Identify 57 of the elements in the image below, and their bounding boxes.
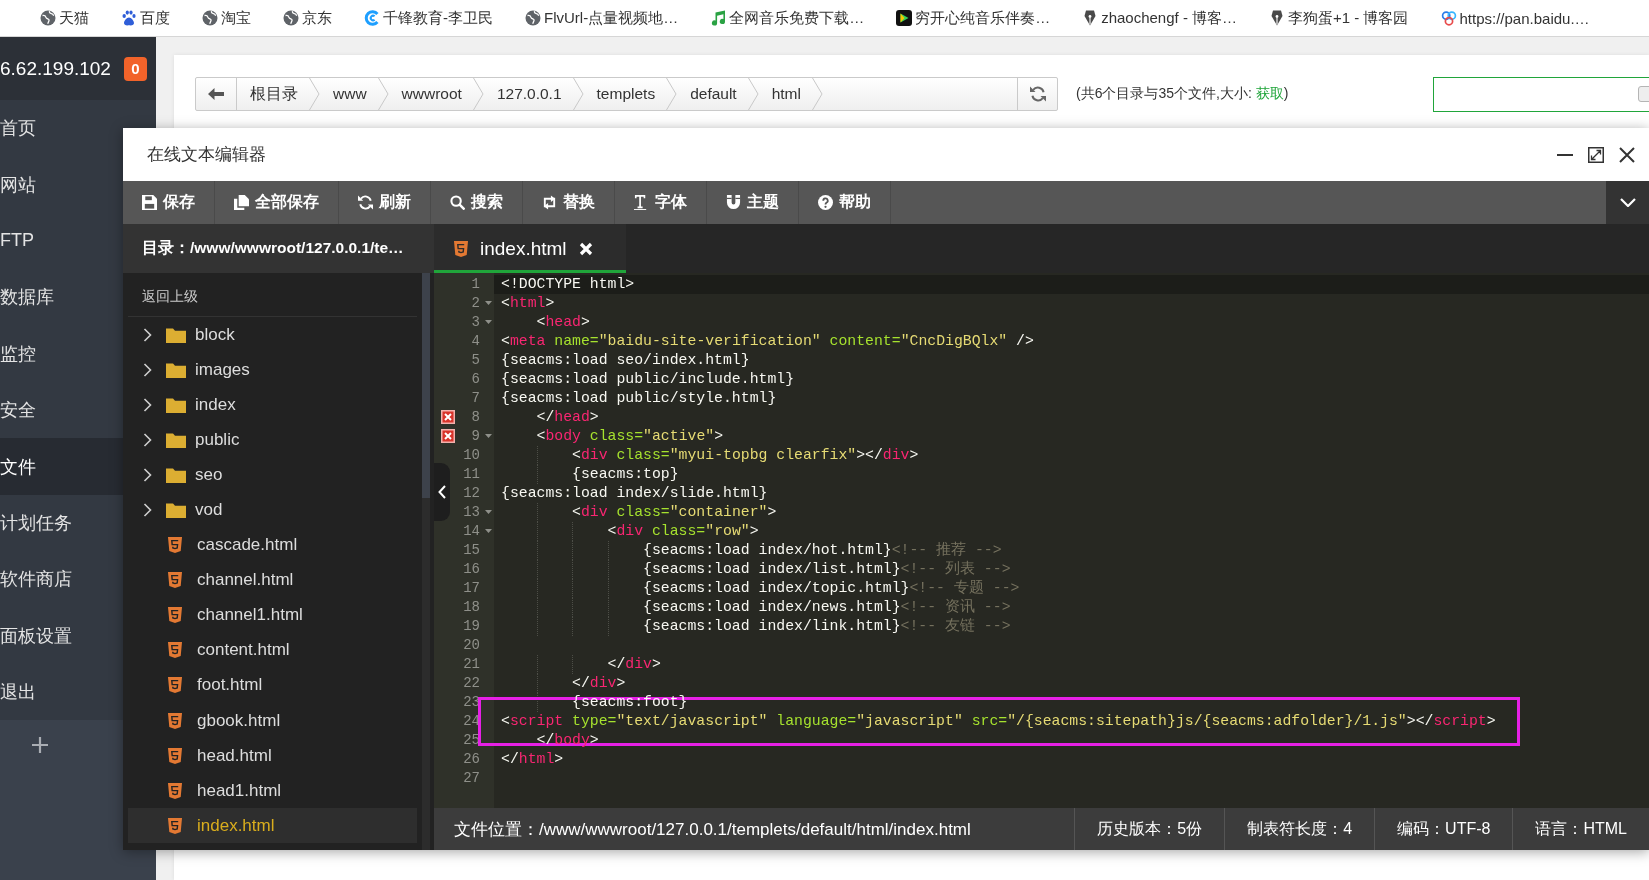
code-line: <body class="active"> [535, 427, 724, 444]
code-line: {seacms:load index/hot.html}<!-- 推荐 --> [642, 541, 1002, 558]
code-line: <div class="container"> [571, 503, 777, 520]
code-line: <!DOCTYPE html> [501, 275, 635, 292]
code-line: {seacms:load index/list.html}<!-- 列表 --> [642, 560, 1011, 577]
status-item: 制表符长度：4 [1224, 808, 1375, 850]
status-item: 历史版本：5份 [1074, 808, 1225, 850]
code-line: <div class="myui-topbg clearfix"></div> [571, 446, 919, 463]
code-line: <html> [501, 294, 555, 311]
line-number: 9 [471, 426, 480, 446]
directory-path: 目录：/www/wwwroot/127.0.0.1/te… [123, 224, 434, 273]
status-item: 语言：HTML [1512, 808, 1649, 850]
line-number: 22 [463, 673, 480, 693]
code-line: <meta name="baidu-site-verification" content="CncDigBQlx" /> [501, 332, 1034, 349]
line-number: 10 [463, 445, 480, 465]
line-number: 3 [471, 312, 480, 332]
line-number: 8 [471, 407, 480, 427]
code-line: {seacms:load public/style.html} [501, 389, 777, 406]
status-item: 编码：UTF-8 [1374, 808, 1513, 850]
line-number: 20 [463, 635, 480, 655]
code-line: </div> [606, 655, 661, 672]
line-number: 14 [463, 521, 480, 541]
line-number: 4 [471, 331, 480, 351]
line-number: 19 [463, 616, 480, 636]
line-number: 11 [463, 464, 480, 484]
line-number: 26 [463, 749, 480, 769]
code-line: <head> [535, 313, 590, 330]
notification-badge: 0 [124, 56, 147, 81]
line-number: 6 [471, 369, 480, 389]
code-line: {seacms:load seo/index.html} [501, 351, 750, 368]
line-number: 13 [463, 502, 480, 522]
code-line: {seacms:load index/link.html}<!-- 友链 --> [642, 617, 1011, 634]
code-line: {seacms:load public/include.html} [501, 370, 795, 387]
server-address: 6.62.199.102 [0, 57, 111, 80]
code-line: <script type="text/javascript" language="javascript" src="/{seacms:sitepath}js/{seacms:adfolder}/1.js"></script> [501, 712, 1496, 729]
line-number: 7 [471, 388, 480, 408]
line-number: 17 [463, 578, 480, 598]
line-number: 15 [463, 540, 480, 560]
line-number: 18 [463, 597, 480, 617]
line-number: 21 [463, 654, 480, 674]
line-number: 16 [463, 559, 480, 579]
line-number: 1 [471, 274, 480, 294]
folder-summary: (共6个目录与35个文件,大小: 获取) [1076, 85, 1289, 103]
code-line: </head> [535, 408, 599, 425]
code-line: </div> [571, 674, 626, 691]
code-line: {seacms:load index/topic.html}<!-- 专题 --> [642, 579, 1020, 596]
file-path-text: 文件位置：/www/wwwroot/127.0.0.1/templets/default/html/index.html [453, 818, 972, 841]
code-line: {seacms:load index/slide.html} [501, 484, 768, 501]
line-number: 24 [463, 711, 480, 731]
code-line: <div class="row"> [606, 522, 759, 539]
code-line: </html> [501, 750, 564, 767]
code-line: {seacms:load index/news.html}<!-- 资讯 --> [642, 598, 1011, 615]
line-number: 5 [471, 350, 480, 370]
line-number: 27 [463, 768, 480, 788]
line-number: 12 [463, 483, 480, 503]
line-number: 2 [471, 293, 480, 313]
code-line: {seacms:top} [571, 465, 679, 482]
